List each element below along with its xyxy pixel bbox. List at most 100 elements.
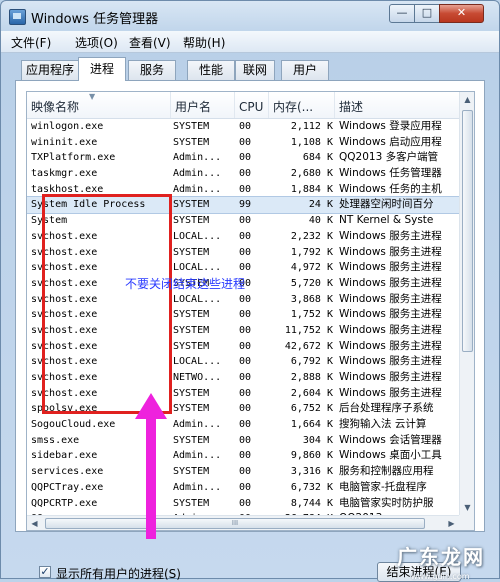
cell-image-name: svchost.exe (31, 230, 98, 242)
cell-image-name: taskhost.exe (31, 183, 104, 195)
cell-cpu: 00 (239, 481, 252, 493)
tab-processes[interactable]: 进程 (78, 57, 126, 81)
process-row[interactable]: spoolsv.exe SYSTEM 00 6,752 K 后台处理程序子系统 (27, 401, 459, 417)
cell-description: Windows 服务主进程 (339, 261, 442, 274)
column-memory[interactable]: 内存(... (269, 92, 335, 118)
column-cpu[interactable]: CPU (235, 92, 269, 118)
process-row[interactable]: taskmgr.exe Admin... 00 2,680 K Windows 任务管理… (27, 166, 459, 182)
process-row[interactable]: TXPlatform.exe Admin... 00 684 K QQ2013 多客户端… (27, 150, 459, 166)
menu-help[interactable]: 帮助(H) (183, 34, 225, 51)
cell-image-name: svchost.exe (31, 309, 98, 321)
process-row[interactable]: wininit.exe SYSTEM 00 1,108 K Windows 启动应用程 (27, 135, 459, 151)
cell-image-name: svchost.exe (31, 246, 98, 258)
cell-username: Admin... (173, 183, 222, 195)
process-rows: winlogon.exe SYSTEM 00 2,112 K Windows 登录应用程… (27, 119, 460, 530)
process-row[interactable]: svchost.exe LOCAL... 00 2,232 K Windows 服务主进… (27, 229, 459, 245)
menu-view[interactable]: 查看(V) (129, 34, 171, 51)
process-row[interactable]: System SYSTEM 00 40 K NT Kernel & Syste (27, 213, 459, 229)
cell-username: SYSTEM (173, 434, 210, 446)
cell-description: Windows 服务主进程 (339, 292, 442, 305)
watermark-url: www.gdln.com (411, 572, 470, 581)
cell-username: SYSTEM (173, 121, 210, 132)
tab-performance[interactable]: 性能 (187, 60, 235, 80)
cell-memory: 1,108 K (290, 136, 333, 148)
cell-username: SYSTEM (173, 309, 210, 321)
task-manager-app-icon (9, 9, 26, 25)
process-row[interactable]: QQPCTray.exe Admin... 00 6,732 K 电脑管家-托盘程序 (27, 480, 459, 496)
cell-memory: 5,720 K (290, 277, 333, 289)
cell-image-name: winlogon.exe (31, 121, 104, 132)
minimize-button[interactable]: — (389, 4, 415, 23)
column-image-name[interactable]: 映像名称 (27, 92, 171, 118)
cell-image-name: svchost.exe (31, 324, 98, 336)
tab-services[interactable]: 服务 (128, 60, 176, 80)
maximize-button[interactable]: □ (414, 4, 440, 23)
cell-cpu: 00 (239, 450, 252, 462)
process-row[interactable]: svchost.exe LOCAL... 00 6,792 K Windows 服务主进… (27, 354, 459, 370)
cell-memory: 42,672 K (284, 340, 333, 352)
process-row[interactable]: QQPCRTP.exe SYSTEM 00 8,744 K 电脑管家实时防护服 (27, 496, 459, 512)
menu-options[interactable]: 选项(O) (75, 34, 118, 51)
cell-cpu: 00 (239, 168, 252, 180)
show-all-users-checkbox[interactable]: ✓ (39, 566, 51, 578)
process-row[interactable]: svchost.exe LOCAL... 00 3,868 K Windows 服务主进… (27, 292, 459, 308)
cell-memory: 3,868 K (290, 293, 333, 305)
cell-memory: 2,604 K (290, 387, 333, 399)
cell-description: Windows 登录应用程 (339, 120, 442, 132)
cell-username: Admin... (173, 419, 222, 431)
cell-memory: 6,792 K (290, 356, 333, 368)
cell-username: LOCAL... (173, 262, 222, 274)
process-row[interactable]: svchost.exe SYSTEM 00 1,752 K Windows 服务主进程 (27, 307, 459, 323)
process-row[interactable]: smss.exe SYSTEM 00 304 K Windows 会话管理器 (27, 433, 459, 449)
cell-cpu: 00 (239, 183, 252, 195)
cell-image-name: svchost.exe (31, 293, 98, 305)
scroll-left-arrow-icon[interactable]: ◀ (27, 516, 42, 530)
process-row[interactable]: svchost.exe SYSTEM 00 42,672 K Windows 服务主进程 (27, 339, 459, 355)
scroll-down-arrow-icon[interactable]: ▼ (460, 500, 474, 515)
close-button[interactable]: ✕ (439, 4, 484, 23)
vertical-scroll-thumb[interactable] (462, 110, 473, 352)
tab-applications[interactable]: 应用程序 (21, 60, 79, 80)
process-row[interactable]: svchost.exe NETWO... 00 2,888 K Windows 服务主进… (27, 370, 459, 386)
cell-cpu: 00 (239, 215, 252, 227)
tab-networking[interactable]: 联网 (235, 60, 275, 80)
process-row[interactable]: taskhost.exe Admin... 00 1,884 K Windows 任务的… (27, 182, 459, 198)
cell-description: 服务和控制器应用程 (339, 465, 434, 478)
scroll-right-arrow-icon[interactable]: ▶ (444, 516, 459, 530)
process-list[interactable]: ▼ 映像名称 用户名 CPU 内存(... 描述 winlogon.exe SYS… (26, 91, 475, 531)
cell-description: QQ2013 多客户端管 (339, 151, 439, 164)
cell-cpu: 00 (239, 340, 252, 352)
vertical-scrollbar[interactable]: ▲ ▼ (459, 92, 474, 515)
cell-description: Windows 启动应用程 (339, 135, 442, 148)
process-row[interactable]: svchost.exe SYSTEM 00 2,604 K Windows 服务主进程 (27, 386, 459, 402)
menu-bar: 文件(F) 选项(O) 查看(V) 帮助(H) (1, 31, 499, 53)
horizontal-scrollbar[interactable]: ◀ III ▶ (27, 515, 459, 530)
task-manager-window: Windows 任务管理器 — □ ✕ 文件(F) 选项(O) 查看(V) 帮助… (0, 0, 500, 582)
process-row[interactable]: winlogon.exe SYSTEM 00 2,112 K Windows 登录应用程 (27, 119, 459, 135)
cell-cpu: 00 (239, 262, 252, 274)
column-description[interactable]: 描述 (335, 92, 459, 118)
process-row[interactable]: services.exe SYSTEM 00 3,316 K 服务和控制器应用程 (27, 464, 459, 480)
cell-cpu: 00 (239, 387, 252, 399)
cell-description: Windows 服务主进程 (339, 276, 442, 289)
cell-image-name: svchost.exe (31, 262, 98, 274)
show-all-users-label[interactable]: 显示所有用户的进程(S) (56, 565, 181, 582)
process-row[interactable]: SogouCloud.exe Admin... 00 1,664 K 搜狗输入法 云计算 (27, 417, 459, 433)
process-row[interactable]: sidebar.exe Admin... 00 9,860 K Windows 桌面小工… (27, 448, 459, 464)
process-row[interactable]: System Idle Process SYSTEM 99 24 K 处理器空闲时间百分 (27, 196, 460, 215)
process-row[interactable]: svchost.exe SYSTEM 00 1,792 K Windows 服务主进程 (27, 245, 459, 261)
column-username[interactable]: 用户名 (171, 92, 235, 118)
process-row[interactable]: svchost.exe LOCAL... 00 4,972 K Windows 服务主进… (27, 260, 459, 276)
cell-memory: 304 K (302, 434, 333, 446)
process-row[interactable]: svchost.exe SYSTEM 00 11,752 K Windows 服务主进程 (27, 323, 459, 339)
cell-username: LOCAL... (173, 356, 222, 368)
title-bar[interactable]: Windows 任务管理器 — □ ✕ (1, 1, 499, 31)
cell-username: Admin... (173, 481, 222, 493)
horizontal-scroll-thumb[interactable]: III (45, 518, 425, 529)
cell-username: Admin... (173, 168, 222, 180)
cell-memory: 2,112 K (290, 121, 333, 132)
cell-memory: 40 K (308, 215, 333, 227)
scroll-up-arrow-icon[interactable]: ▲ (460, 92, 474, 107)
menu-file[interactable]: 文件(F) (11, 34, 51, 51)
tab-users[interactable]: 用户 (281, 60, 329, 80)
